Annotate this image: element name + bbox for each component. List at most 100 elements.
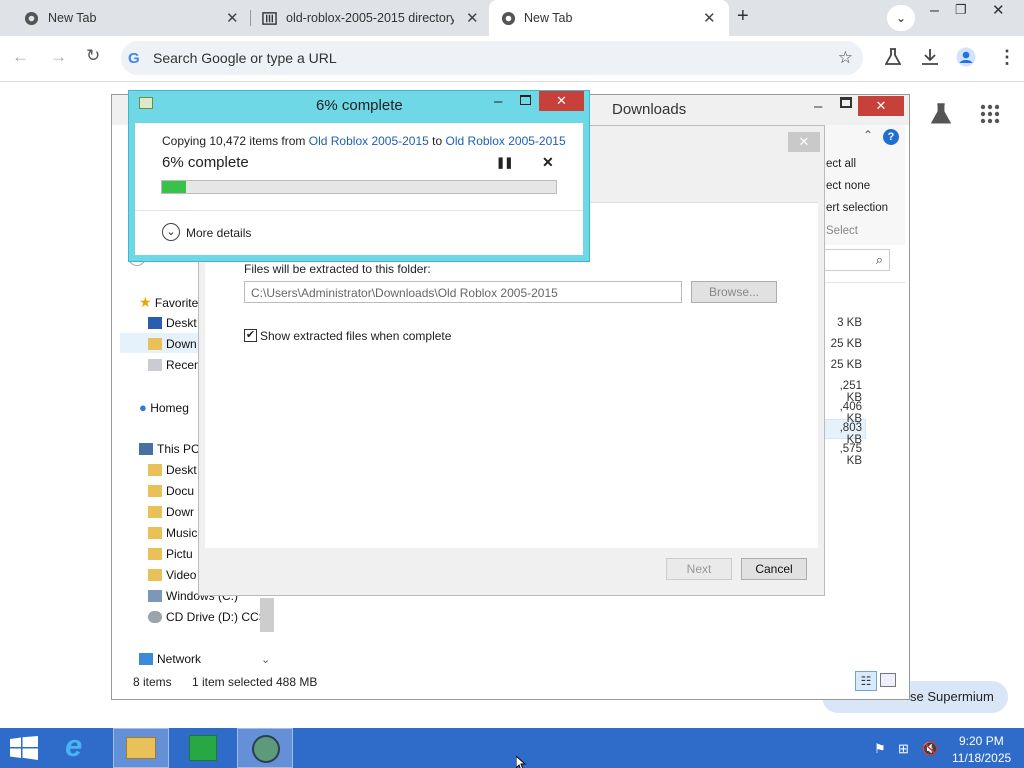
search-icon: ⌕: [875, 252, 883, 267]
minimize-window-icon[interactable]: –: [930, 2, 939, 20]
omnibox[interactable]: G Search Google or type a URL ☆: [121, 41, 863, 75]
search-box[interactable]: ⌕: [822, 249, 890, 271]
copy-progress-bar: [161, 180, 557, 194]
start-windows-icon[interactable]: [10, 736, 38, 760]
nav-network[interactable]: Network: [139, 652, 201, 666]
wizard-close-button[interactable]: ✕: [788, 132, 820, 152]
pause-icon[interactable]: ❚❚: [496, 156, 513, 169]
scroll-down-icon[interactable]: ⌄: [261, 653, 270, 666]
tab-search-button[interactable]: ⌄: [887, 5, 915, 31]
explorer-close-button[interactable]: ✕: [858, 96, 904, 116]
tab-new-tab-1[interactable]: New Tab ✕: [0, 0, 250, 36]
copy-progress-fill: [162, 181, 186, 193]
chrome-icon: [24, 11, 39, 26]
invert-selection-button[interactable]: ert selection: [826, 202, 888, 214]
taskbar-ie[interactable]: e: [57, 728, 113, 768]
close-tab-icon[interactable]: ✕: [226, 9, 239, 27]
taskbar-store[interactable]: [175, 728, 231, 768]
nav-recent[interactable]: Recen: [148, 358, 201, 372]
volume-muted-icon[interactable]: 🔇: [922, 741, 938, 757]
nav-documents[interactable]: Docu: [148, 484, 194, 498]
close-window-icon[interactable]: ✕: [992, 1, 1005, 19]
labs-flask-icon[interactable]: [885, 48, 901, 66]
profile-avatar-icon[interactable]: [956, 47, 976, 67]
internet-explorer-icon: e: [65, 728, 83, 763]
network-icon: [139, 653, 153, 665]
nav-scrollbar-thumb[interactable]: [260, 598, 274, 632]
nav-videos[interactable]: Video: [148, 568, 196, 582]
select-none-button[interactable]: ect none: [826, 180, 870, 192]
homegroup-icon: ●: [139, 400, 147, 415]
chrome-icon: [501, 11, 516, 26]
nav-this-pc[interactable]: This PC: [139, 442, 200, 456]
destination-path-field[interactable]: C:\Users\Administrator\Downloads\Old Rob…: [244, 281, 682, 303]
labs-flask-icon[interactable]: [931, 103, 951, 125]
network-tray-icon[interactable]: ⊞: [898, 741, 909, 757]
cancel-button[interactable]: Cancel: [741, 558, 807, 580]
tab-label: New Tab: [524, 11, 573, 25]
show-files-label: Show extracted files when complete: [260, 329, 452, 343]
explorer-title: Downloads: [612, 101, 687, 118]
copy-divider: [135, 210, 583, 211]
downloads-folder-icon: [148, 338, 162, 350]
browse-button[interactable]: Browse...: [691, 281, 777, 303]
close-tab-icon[interactable]: ✕: [466, 9, 479, 27]
pictures-folder-icon: [148, 548, 162, 560]
copy-close-button[interactable]: ✕: [539, 91, 584, 111]
action-center-flag-icon[interactable]: ⚑: [874, 741, 886, 757]
nav-cd-drive[interactable]: CD Drive (D:) CCS: [148, 610, 260, 624]
destination-folder-link[interactable]: Old Roblox 2005-2015: [446, 134, 566, 148]
nav-label: Favorite: [154, 296, 199, 310]
more-details-button[interactable]: More details: [186, 226, 251, 240]
explorer-minimize-icon[interactable]: –: [814, 98, 822, 115]
cancel-copy-icon[interactable]: ✕: [542, 154, 554, 171]
close-tab-icon[interactable]: ✕: [703, 9, 716, 27]
ribbon-collapse-icon[interactable]: ⌃: [863, 128, 873, 142]
nav-desktop[interactable]: Deskt: [148, 316, 197, 330]
details-view-icon[interactable]: ☷: [855, 671, 877, 691]
nav-label: Pictu: [166, 547, 193, 561]
help-icon[interactable]: ?: [883, 129, 899, 145]
file-size: 25 KB: [830, 338, 862, 350]
tab-roblox-directory[interactable]: old-roblox-2005-2015 directory ✕: [238, 0, 488, 36]
clock-time[interactable]: 9:20 PM: [959, 734, 1004, 748]
apps-grid-icon[interactable]: [980, 104, 1000, 124]
show-files-checkbox[interactable]: ✔: [244, 329, 257, 342]
nav-pictures[interactable]: Pictu: [148, 547, 193, 561]
clock-date[interactable]: 11/18/2025: [952, 751, 1011, 765]
nav-label: Recen: [166, 358, 201, 372]
source-folder-link[interactable]: Old Roblox 2005-2015: [309, 134, 429, 148]
percent-complete-label: 6% complete: [162, 154, 249, 171]
status-selected: 1 item selected: [192, 675, 273, 689]
file-size: 3 KB: [837, 317, 862, 329]
nav-pc-downloads[interactable]: Dowr: [148, 505, 194, 519]
reload-icon[interactable]: ↻: [86, 46, 100, 66]
restore-window-icon[interactable]: ❐: [955, 2, 967, 18]
omnibox-placeholder: Search Google or type a URL: [153, 50, 337, 66]
nav-favorites[interactable]: ★ Favorite: [139, 294, 198, 311]
bookmark-star-icon[interactable]: ☆: [838, 48, 853, 68]
forward-arrow-icon[interactable]: →: [50, 47, 67, 67]
more-menu-icon[interactable]: ⋮: [998, 47, 1016, 68]
back-arrow-icon[interactable]: ←: [12, 47, 29, 67]
explorer-maximize-icon[interactable]: [840, 97, 852, 108]
cd-drive-icon: [148, 611, 162, 623]
tab-new-tab-active[interactable]: New Tab ✕: [489, 0, 729, 36]
nav-homegroup[interactable]: ● Homeg: [139, 400, 189, 415]
copy-maximize-icon[interactable]: [520, 95, 531, 105]
select-all-button[interactable]: ect all: [826, 158, 856, 170]
nav-music[interactable]: Music: [148, 526, 197, 540]
copying-summary: Copying 10,472 items from Old Roblox 200…: [162, 134, 566, 148]
chevron-down-icon: ⌄: [895, 11, 907, 25]
download-icon[interactable]: [921, 48, 939, 66]
next-button[interactable]: Next: [666, 558, 732, 580]
taskbar-file-explorer[interactable]: [113, 728, 169, 768]
large-icons-view-icon[interactable]: [880, 673, 896, 687]
taskbar-browser[interactable]: [237, 728, 293, 768]
expand-details-icon[interactable]: ⌄: [162, 223, 180, 241]
copy-minimize-icon[interactable]: –: [494, 93, 502, 110]
supermium-icon: [252, 735, 280, 763]
nav-downloads[interactable]: Down: [148, 337, 197, 351]
nav-pc-desktop[interactable]: Deskt: [148, 463, 197, 477]
new-tab-button[interactable]: +: [737, 5, 749, 28]
